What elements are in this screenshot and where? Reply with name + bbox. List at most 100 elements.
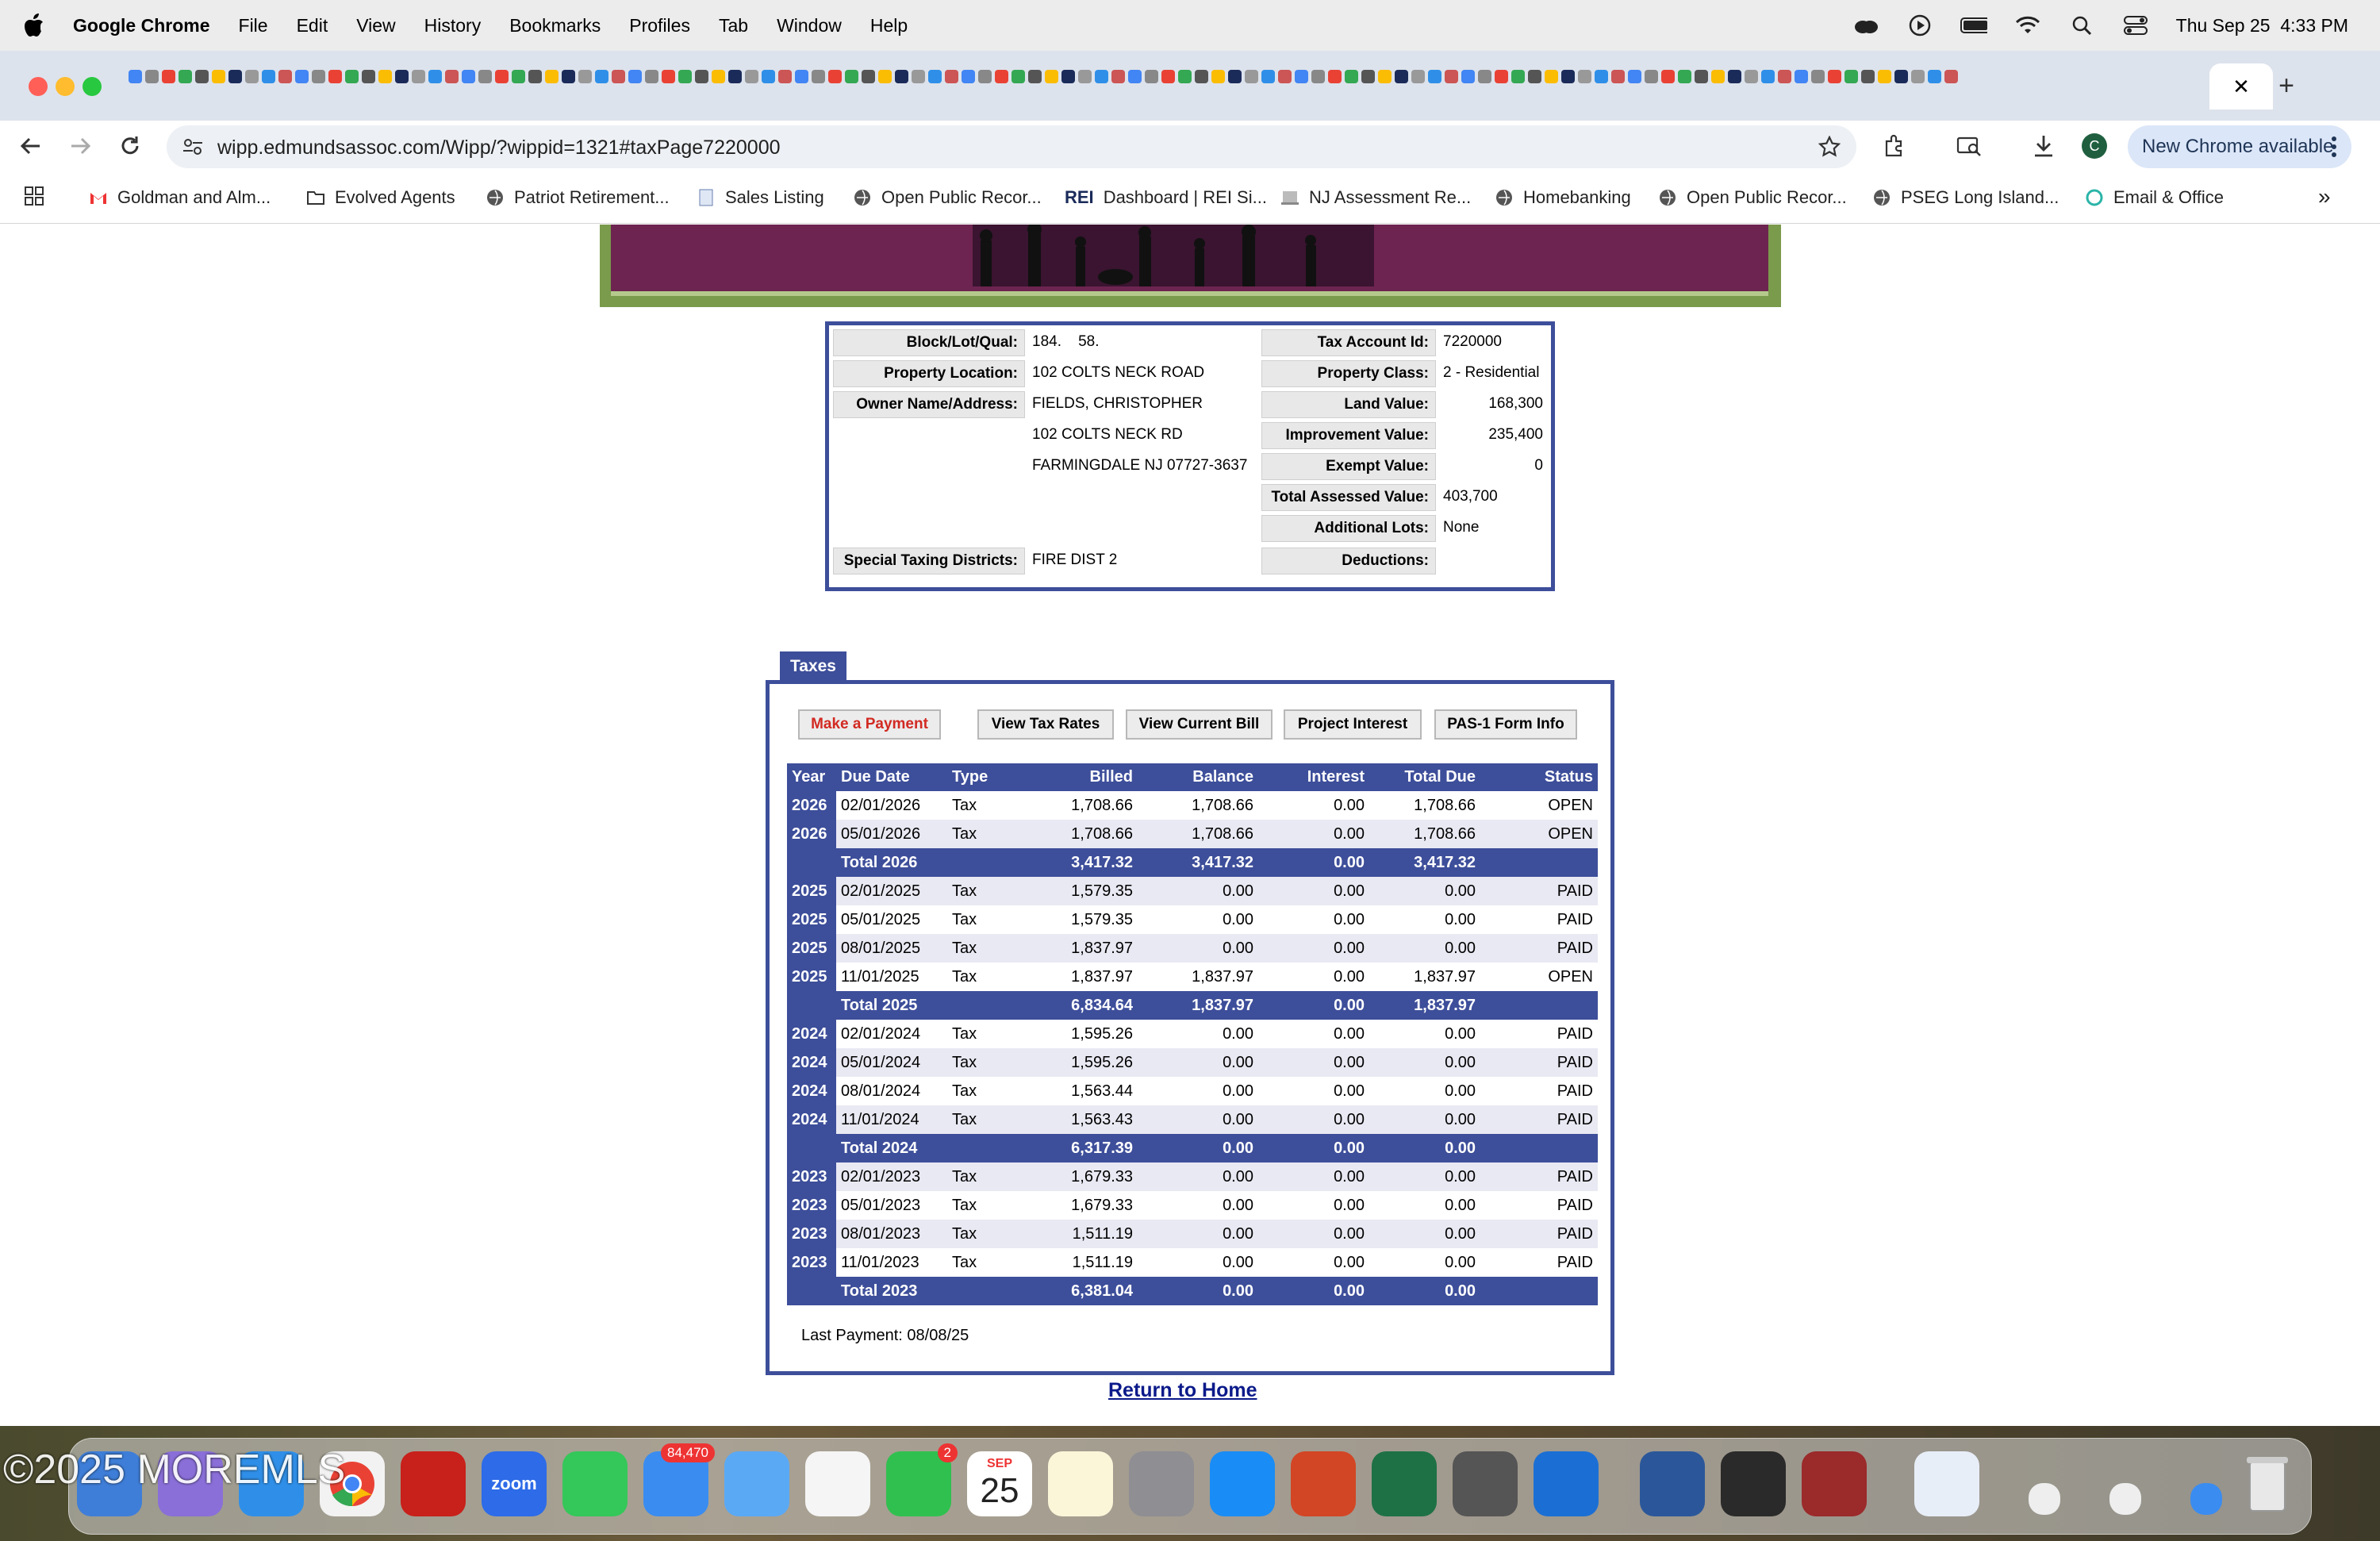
tab-favicon[interactable] xyxy=(462,70,475,84)
tab-favicon[interactable] xyxy=(1711,70,1725,84)
bookmark-item[interactable]: Sales Listing xyxy=(697,187,824,208)
calendar-icon[interactable]: SEP 25 xyxy=(967,1451,1032,1516)
tab-favicon[interactable] xyxy=(1678,70,1691,84)
tab-favicon[interactable] xyxy=(178,70,192,84)
tab-favicon[interactable] xyxy=(1345,70,1358,84)
tab-favicon[interactable] xyxy=(295,70,309,84)
tab-favicon[interactable] xyxy=(962,70,975,84)
bookmarks-overflow-icon[interactable]: » xyxy=(2318,184,2331,209)
tab-favicon[interactable] xyxy=(828,70,842,84)
tab-favicon[interactable] xyxy=(1495,70,1508,84)
tab-favicon[interactable] xyxy=(645,70,658,84)
menu-tab[interactable]: Tab xyxy=(719,15,748,37)
tab-favicon[interactable] xyxy=(1861,70,1875,84)
tab-favicon[interactable] xyxy=(578,70,592,84)
tab-favicon[interactable] xyxy=(1778,70,1791,84)
tab-favicon[interactable] xyxy=(1361,70,1375,84)
tab-favicon[interactable] xyxy=(1245,70,1258,84)
tab-favicon[interactable] xyxy=(1445,70,1458,84)
tab-favicon[interactable] xyxy=(1261,70,1275,84)
quicktime-icon[interactable] xyxy=(1721,1451,1786,1516)
tab-favicon[interactable] xyxy=(478,70,492,84)
bookmark-item[interactable]: Patriot Retirement... xyxy=(486,187,670,208)
pas1-form-info-button[interactable]: PAS-1 Form Info xyxy=(1434,709,1577,740)
tab-favicon[interactable] xyxy=(1145,70,1158,84)
tab-favicon[interactable] xyxy=(129,70,142,84)
system-settings-icon[interactable] xyxy=(1129,1451,1194,1516)
tab-favicon[interactable] xyxy=(328,70,342,84)
active-app-name[interactable]: Google Chrome xyxy=(73,15,210,37)
play-icon[interactable] xyxy=(1906,14,1933,37)
tab-favicon[interactable] xyxy=(1728,70,1741,84)
tab-favicon[interactable] xyxy=(512,70,525,84)
tab-favicon[interactable] xyxy=(1695,70,1708,84)
new-tab-button[interactable]: + xyxy=(2271,70,2302,102)
tab-favicon[interactable] xyxy=(1944,70,1958,84)
tab-favicon[interactable] xyxy=(1595,70,1608,84)
bookmark-item[interactable]: Homebanking xyxy=(1495,187,1631,208)
mail-icon[interactable]: 84,470 xyxy=(643,1443,715,1516)
tab-favicon[interactable] xyxy=(978,70,992,84)
active-tab[interactable]: ✕ xyxy=(2209,63,2273,110)
menu-edit[interactable]: Edit xyxy=(297,15,328,37)
chrome-minimized-window-icon[interactable] xyxy=(2029,1483,2060,1515)
back-arrow-icon[interactable] xyxy=(16,132,44,160)
battery-icon[interactable] xyxy=(1960,15,1987,36)
tab-favicon[interactable] xyxy=(495,70,509,84)
profile-avatar[interactable]: C xyxy=(2082,133,2107,159)
tab-favicon[interactable] xyxy=(1561,70,1575,84)
tab-favicon[interactable] xyxy=(1161,70,1175,84)
menu-history[interactable]: History xyxy=(424,15,482,37)
chrome-minimized-window-icon[interactable] xyxy=(2109,1483,2141,1515)
tab-favicon[interactable] xyxy=(1045,70,1058,84)
address-bar[interactable]: wipp.edmundsassoc.com/Wipp/?wippid=1321#… xyxy=(167,125,1856,168)
window-minimize-button[interactable] xyxy=(56,77,75,96)
make-payment-button[interactable]: Make a Payment xyxy=(798,709,941,740)
tab-favicon[interactable] xyxy=(228,70,242,84)
project-interest-button[interactable]: Project Interest xyxy=(1284,709,1422,740)
wifi-icon[interactable] xyxy=(2014,15,2041,36)
tab-favicon[interactable] xyxy=(362,70,375,84)
tab-favicon[interactable] xyxy=(1061,70,1075,84)
tab-favicon[interactable] xyxy=(1894,70,1908,84)
dictionary-icon[interactable] xyxy=(1802,1451,1867,1516)
download-icon[interactable] xyxy=(2029,132,2058,160)
tab-favicon[interactable] xyxy=(595,70,608,84)
new-chrome-available-button[interactable]: New Chrome available xyxy=(2128,125,2351,168)
tab-favicon[interactable] xyxy=(1844,70,1858,84)
tab-favicon[interactable] xyxy=(545,70,559,84)
tab-favicon[interactable] xyxy=(745,70,758,84)
tab-favicon[interactable] xyxy=(612,70,625,84)
tab-favicon[interactable] xyxy=(1878,70,1891,84)
tab-favicon[interactable] xyxy=(662,70,675,84)
tab-favicon[interactable] xyxy=(678,70,692,84)
maps-icon[interactable] xyxy=(724,1451,789,1516)
tab-favicon[interactable] xyxy=(1511,70,1525,84)
menu-help[interactable]: Help xyxy=(870,15,908,37)
app-store-icon[interactable] xyxy=(1210,1451,1275,1516)
tab-favicon[interactable] xyxy=(845,70,858,84)
tab-favicon[interactable] xyxy=(1111,70,1125,84)
tab-favicon[interactable] xyxy=(1911,70,1925,84)
menu-profiles[interactable]: Profiles xyxy=(629,15,690,37)
tab-favicon[interactable] xyxy=(1828,70,1841,84)
tab-favicon[interactable] xyxy=(1811,70,1825,84)
tab-favicon[interactable] xyxy=(412,70,425,84)
powerpoint-icon[interactable] xyxy=(1291,1451,1356,1516)
tab-favicon[interactable] xyxy=(1211,70,1225,84)
tab-favicon[interactable] xyxy=(1178,70,1192,84)
tab-favicon[interactable] xyxy=(262,70,275,84)
bookmark-item[interactable]: Evolved Agents xyxy=(306,187,455,208)
tab-favicon[interactable] xyxy=(1745,70,1758,84)
tab-favicon[interactable] xyxy=(1095,70,1108,84)
tab-favicon[interactable] xyxy=(1195,70,1208,84)
tab-favicon[interactable] xyxy=(1278,70,1292,84)
tab-favicon[interactable] xyxy=(195,70,209,84)
tab-favicon[interactable] xyxy=(862,70,875,84)
bookmark-item[interactable]: Goldman and Alm... xyxy=(89,187,271,208)
tab-close-icon[interactable]: ✕ xyxy=(2232,75,2250,99)
tab-favicon[interactable] xyxy=(778,70,792,84)
spotlight-search-icon[interactable] xyxy=(2068,15,2095,36)
tab-favicon[interactable] xyxy=(278,70,292,84)
tab-favicon[interactable] xyxy=(1611,70,1625,84)
